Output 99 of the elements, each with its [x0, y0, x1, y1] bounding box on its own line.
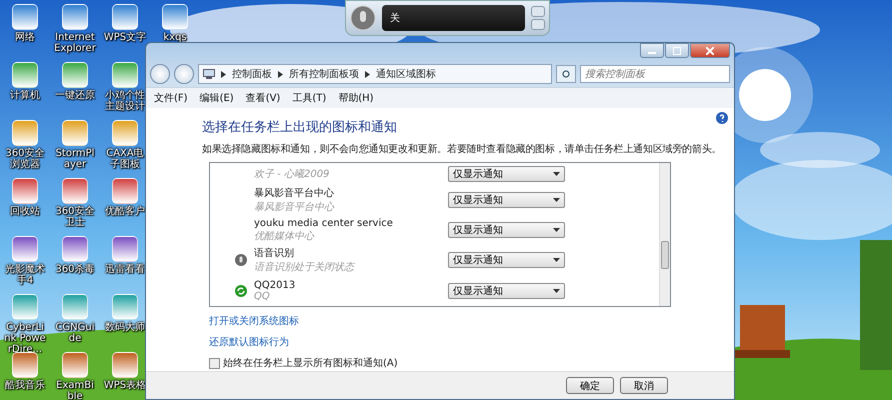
app-icon[interactable]: [62, 352, 88, 378]
chevron-icon: [365, 70, 370, 78]
maximize-button[interactable]: [665, 43, 689, 58]
app-icon[interactable]: [62, 178, 88, 204]
app-icon[interactable]: [12, 62, 38, 88]
dialog-button[interactable]: 确定: [566, 377, 614, 394]
icon-label: 360杀毒: [54, 264, 96, 275]
menu-item[interactable]: 工具(T): [292, 91, 326, 105]
icon-label: 网络: [14, 32, 36, 43]
dropdown-arrow-icon: [553, 228, 560, 232]
microphone-circle-icon: [235, 254, 247, 266]
close-icon: [706, 46, 714, 54]
forward-button[interactable]: [174, 64, 194, 84]
app-description: 语音识别处于关闭状态: [254, 260, 356, 274]
icon-label: StormPlayer: [54, 148, 96, 170]
app-name: 暴风影音平台中心: [254, 186, 335, 200]
app-description: QQ: [254, 290, 271, 302]
minimize-button[interactable]: [531, 19, 545, 30]
icon-label: 一键还原: [54, 90, 96, 101]
checkbox[interactable]: [209, 358, 220, 368]
icon-label: 360安全卫士: [54, 206, 96, 228]
app-description: 暴风影音平台中心: [254, 200, 336, 214]
refresh-icon: [561, 68, 571, 78]
app-name: QQ2013: [254, 280, 296, 291]
minimize-button[interactable]: [640, 43, 664, 58]
app-description: 欢子 - 心曦2009: [254, 168, 330, 181]
app-icon[interactable]: [12, 294, 38, 320]
icon-label: 小鸡个性主题设计: [104, 90, 146, 112]
app-icon[interactable]: [62, 294, 88, 320]
app-icon[interactable]: [112, 236, 138, 262]
dropdown-arrow-icon: [553, 288, 560, 293]
behavior-dropdown[interactable]: 仅显示通知: [448, 192, 565, 208]
app-icon[interactable]: [12, 120, 38, 146]
chevron-icon: [278, 70, 283, 78]
menu-item[interactable]: 编辑(E): [200, 91, 234, 105]
search-field[interactable]: 搜索控制面板: [580, 65, 730, 83]
menu-item[interactable]: 文件(F): [154, 91, 188, 105]
link[interactable]: 打开或关闭系统图标: [209, 314, 299, 328]
link[interactable]: 还原默认图标行为: [209, 335, 289, 349]
close-button[interactable]: [690, 43, 730, 58]
scrollbar[interactable]: [659, 163, 670, 306]
maximize-icon: [673, 46, 681, 54]
icon-label: WPS表格: [103, 380, 147, 391]
app-icon[interactable]: [112, 4, 138, 30]
app-icon[interactable]: [112, 120, 138, 146]
icon-label: CGNGuide: [54, 322, 96, 344]
app-icon[interactable]: [62, 4, 88, 30]
app-icon[interactable]: [12, 352, 38, 378]
icon-label: 计算机: [9, 90, 41, 101]
refresh-circle-icon: [235, 284, 247, 297]
app-name: youku media center service: [254, 218, 394, 229]
icon-label: WPS文字: [103, 32, 147, 43]
microphone-icon[interactable]: [350, 5, 376, 31]
icon-label: 光影魔术手4: [4, 264, 46, 286]
chevron-icon: [221, 70, 226, 78]
dialog-button[interactable]: 取消: [620, 377, 668, 394]
icon-label: 回收站: [9, 206, 41, 217]
breadcrumb-item[interactable]: 控制面板: [232, 67, 272, 81]
description-text: 如果选择隐藏图标和通知，则不会向您通知更改和更新。若要随时查看隐藏的图标，请单击任务栏上通知区域旁的箭头。: [202, 144, 722, 156]
app-icon[interactable]: [12, 178, 38, 204]
page-heading: 选择在任务栏上出现的图标和通知: [202, 119, 398, 136]
speech-status: 关: [382, 5, 525, 31]
breadcrumb-item[interactable]: 所有控制面板项: [289, 67, 359, 81]
back-button[interactable]: [150, 64, 170, 84]
app-icon[interactable]: [62, 120, 88, 146]
behavior-dropdown[interactable]: 仅显示通知: [448, 166, 565, 182]
dropdown-arrow-icon: [553, 172, 560, 176]
icon-label: 迅雷看看: [104, 264, 146, 275]
app-icon[interactable]: [12, 236, 38, 262]
icon-label: 优酷客户: [104, 206, 146, 217]
icon-label: 酷我音乐: [4, 380, 46, 391]
menu-item[interactable]: 帮助(H): [338, 91, 374, 105]
app-name: 语音识别: [254, 246, 295, 260]
close-button[interactable]: [531, 6, 545, 17]
behavior-dropdown[interactable]: 仅显示通知: [448, 252, 565, 268]
app-icon[interactable]: [112, 352, 138, 378]
address-bar[interactable]: 控制面板 所有控制面板项 通知区域图标: [198, 64, 552, 84]
help-icon[interactable]: [716, 112, 728, 124]
checkbox-label: 始终在任务栏上显示所有图标和通知(A): [223, 356, 398, 370]
menu-item[interactable]: 查看(V): [246, 91, 280, 105]
app-description: 优酷媒体中心: [254, 230, 316, 243]
dropdown-arrow-icon: [553, 258, 560, 262]
app-icon[interactable]: [62, 236, 88, 262]
computer-icon: [203, 69, 215, 79]
refresh-button[interactable]: [556, 65, 576, 83]
app-icon[interactable]: [12, 4, 38, 30]
behavior-dropdown[interactable]: 仅显示通知: [448, 222, 565, 238]
icon-label: ExamBible: [55, 380, 95, 400]
app-icon[interactable]: [112, 62, 138, 88]
icon-label: Internet Explorer: [53, 32, 97, 54]
dropdown-arrow-icon: [553, 198, 560, 202]
app-icon[interactable]: [112, 178, 138, 204]
breadcrumb-item[interactable]: 通知区域图标: [376, 67, 436, 81]
app-icon[interactable]: [62, 62, 88, 88]
app-icon[interactable]: [162, 4, 188, 30]
icon-label: CAXA电子图板: [105, 148, 145, 170]
behavior-dropdown[interactable]: 仅显示通知: [448, 282, 565, 299]
app-icon[interactable]: [112, 294, 138, 320]
icon-label: 360安全浏览器: [4, 148, 46, 170]
